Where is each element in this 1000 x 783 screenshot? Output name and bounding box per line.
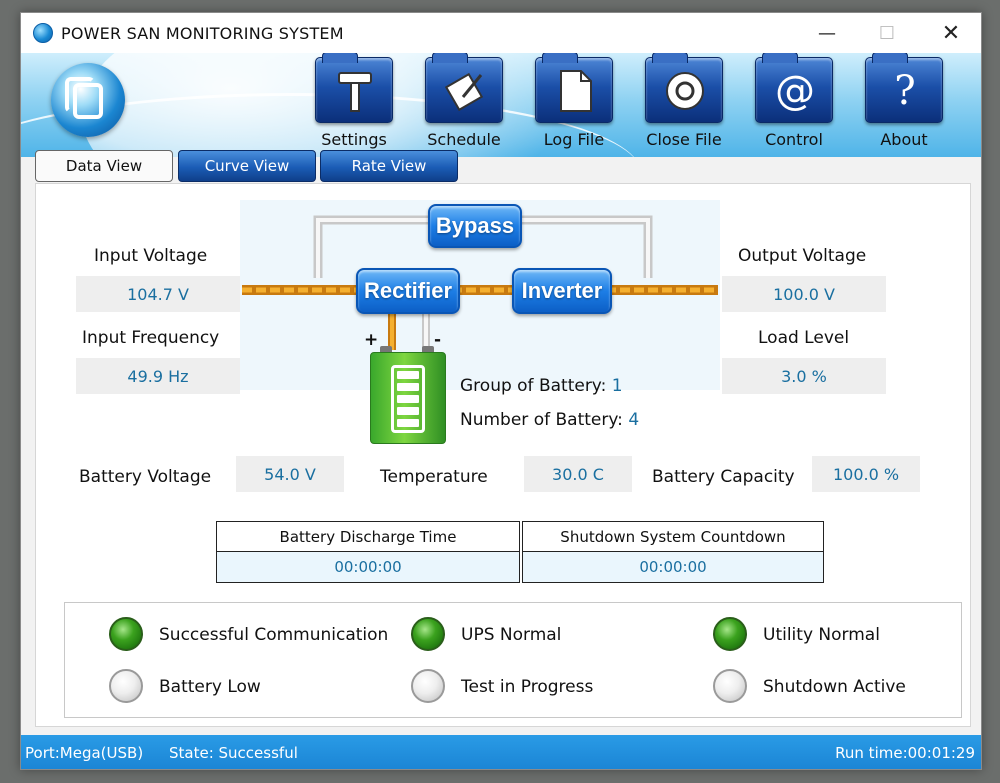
load-level-value: 3.0 % [722,358,886,394]
successful-communication-label: Successful Communication [159,625,389,645]
edit-icon [426,64,504,118]
battery-low-led-icon [109,669,143,703]
settings-button[interactable]: Settings [311,53,397,157]
close-button[interactable]: ✕ [921,13,981,53]
control-button[interactable]: @ Control [751,53,837,157]
utility-normal-label: Utility Normal [763,625,880,645]
ups-normal-led-icon [411,617,445,651]
app-logo [51,63,125,137]
schedule-button[interactable]: Schedule [421,53,507,157]
battery-capacity-label: Battery Capacity [652,467,795,487]
log-file-button[interactable]: Log File [531,53,617,157]
bypass-block: Bypass [428,204,522,248]
about-button[interactable]: ? About [861,53,947,157]
temperature-label: Temperature [380,467,488,487]
number-of-battery-value: 4 [628,410,640,430]
battery-capacity-value: 100.0 % [812,456,920,492]
hammer-icon [316,64,394,118]
battery-voltage-label: Battery Voltage [79,467,212,487]
group-of-battery: Group of Battery: 1 [460,376,623,396]
maximize-button[interactable]: ☐ [857,13,917,53]
number-of-battery: Number of Battery: 4 [460,410,640,430]
document-icon [536,64,614,118]
output-voltage-value: 100.0 V [722,276,886,312]
shutdown-countdown-label: Shutdown System Countdown [523,522,823,552]
test-in-progress-label: Test in Progress [461,677,594,697]
battery-low-label: Battery Low [159,677,261,697]
battery-voltage-value: 54.0 V [236,456,344,492]
at-icon: @ [775,68,815,114]
battery-discharge-time-box: Battery Discharge Time 00:00:00 [216,521,520,583]
shutdown-countdown-box: Shutdown System Countdown 00:00:00 [522,521,824,583]
status-bar: Port:Mega(USB) State: Successful Run tim… [21,735,981,769]
disc-icon [646,64,724,118]
battery-minus-sign: - [434,330,442,350]
data-view-panel: Bypass Rectifier Inverter + - Input Volt… [35,183,971,727]
battery-discharge-time-value: 00:00:00 [217,552,519,582]
rectifier-block: Rectifier [356,268,460,314]
ups-normal-label: UPS Normal [461,625,562,645]
close-file-button[interactable]: Close File [641,53,727,157]
test-in-progress-led-icon [411,669,445,703]
tab-data-view[interactable]: Data View [35,150,173,182]
battery-plus-sign: + [364,330,379,350]
inverter-block: Inverter [512,268,612,314]
successful-communication-led-icon [109,617,143,651]
shutdown-countdown-value: 00:00:00 [523,552,823,582]
run-time: Run time:00:01:29 [835,744,975,762]
tab-rate-view[interactable]: Rate View [320,150,458,182]
output-voltage-label: Output Voltage [738,246,867,266]
battery-icon [370,352,446,444]
window-title: POWER SAN MONITORING SYSTEM [61,24,344,43]
load-level-label: Load Level [758,328,850,348]
status-indicators: Successful Communication UPS Normal Util… [64,602,962,718]
app-logo-icon [33,23,53,43]
temperature-value: 30.0 C [524,456,632,492]
title-bar: POWER SAN MONITORING SYSTEM — ☐ ✕ [21,13,981,53]
minimize-button[interactable]: — [797,13,857,53]
header-banner: Settings Schedule Log File Close File @ … [21,53,981,157]
tab-curve-view[interactable]: Curve View [178,150,316,182]
port-status: Port:Mega(USB) [25,744,144,762]
connection-state: State: Successful [169,744,298,762]
input-frequency-label: Input Frequency [82,328,220,348]
input-voltage-label: Input Voltage [94,246,208,266]
input-frequency-value: 49.9 Hz [76,358,240,394]
input-voltage-value: 104.7 V [76,276,240,312]
battery-discharge-time-label: Battery Discharge Time [217,522,519,552]
question-icon: ? [894,68,916,114]
group-of-battery-value: 1 [611,376,623,396]
shutdown-active-label: Shutdown Active [763,677,906,697]
utility-normal-led-icon [713,617,747,651]
shutdown-active-led-icon [713,669,747,703]
app-window: POWER SAN MONITORING SYSTEM — ☐ ✕ Settin… [20,12,982,770]
